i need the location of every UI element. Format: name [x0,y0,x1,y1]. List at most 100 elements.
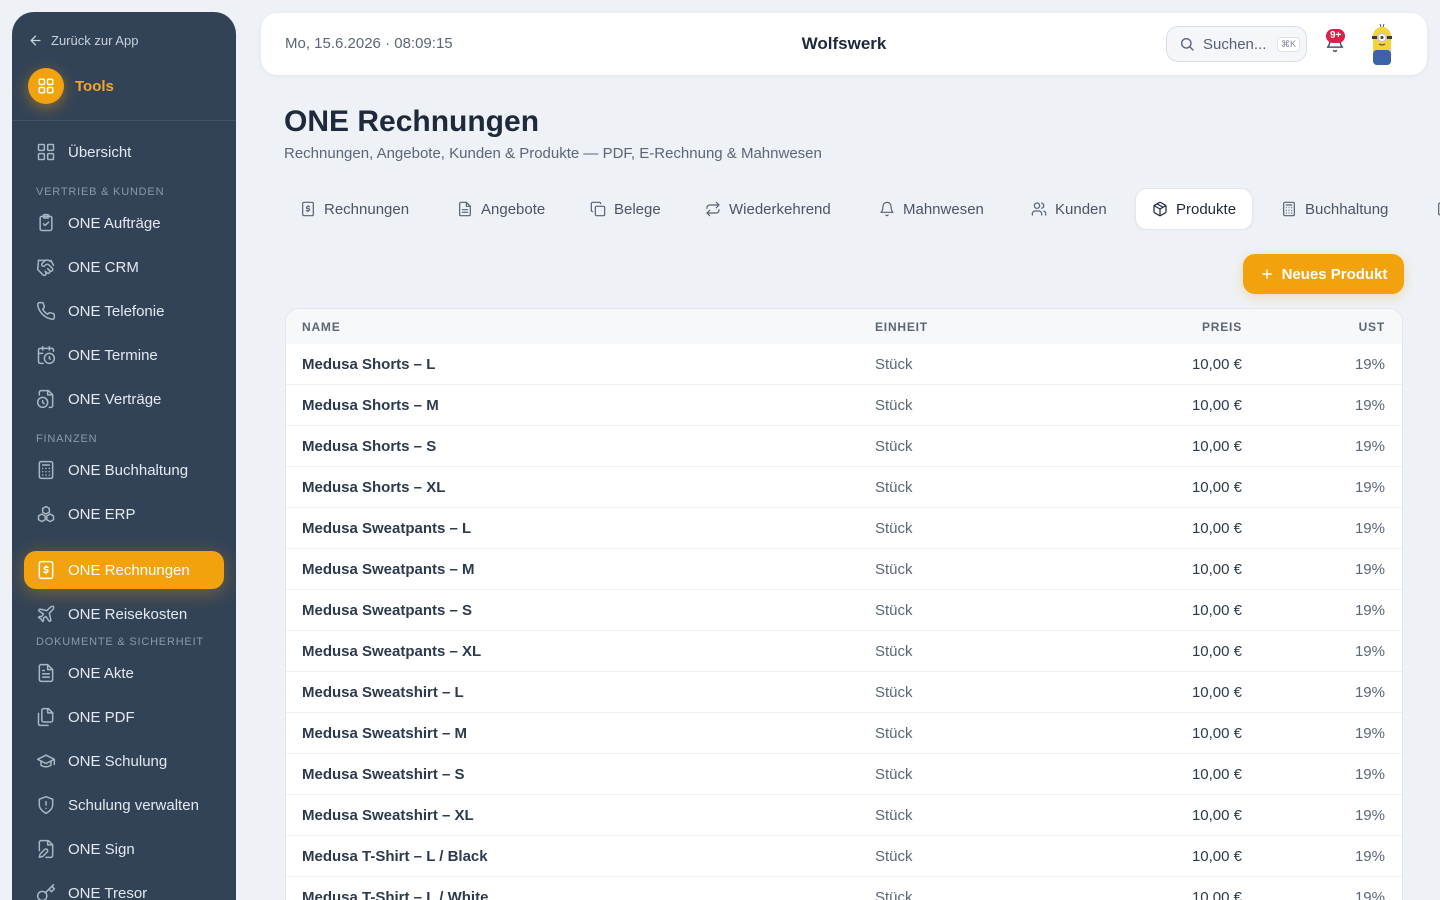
sidebar-item-label: ONE Termine [68,346,158,364]
table-row[interactable]: Medusa Sweatpants – M Stück 10,00 € 19% [286,549,1402,590]
key-icon [36,883,56,900]
cell-price: 10,00 € [1191,397,1242,414]
tab-bar: Rechnungen Angebote Belege Wiederkehrend… [284,188,1440,230]
tab-mahnwesen[interactable]: Mahnwesen [863,188,1000,230]
sidebar-item-label: ONE Verträge [68,390,162,408]
cell-vat: 19% [1354,438,1385,455]
cell-vat: 19% [1354,479,1385,496]
table-row[interactable]: Medusa Shorts – S Stück 10,00 € 19% [286,426,1402,467]
sidebar-item-overview[interactable]: Übersicht [24,133,224,171]
sidebar-item-termine[interactable]: ONE Termine [24,336,224,374]
table-row[interactable]: Medusa Shorts – M Stück 10,00 € 19% [286,385,1402,426]
tab-belege[interactable]: Belege [574,188,677,230]
cell-name: Medusa T-Shirt – L / White [302,889,489,900]
cell-price: 10,00 € [1191,561,1242,578]
search-box[interactable]: ⌘K [1166,26,1307,62]
sidebar-item-label: ONE Aufträge [68,214,161,232]
table-header: NAME EINHEIT PREIS UST [286,309,1402,344]
page-subtitle: Rechnungen, Angebote, Kunden & Produkte … [284,145,822,162]
page-title: ONE Rechnungen [284,105,540,138]
search-input[interactable] [1203,35,1269,53]
cell-price: 10,00 € [1191,356,1242,373]
sidebar-item-reisekosten[interactable]: ONE Reisekosten [24,595,224,633]
sidebar-item-label: Schulung verwalten [68,796,199,814]
sidebar-item-vertraege[interactable]: ONE Verträge [24,380,224,418]
table-row[interactable]: Medusa Sweatshirt – M Stück 10,00 € 19% [286,713,1402,754]
cell-price: 10,00 € [1191,848,1242,865]
table-row[interactable]: Medusa Sweatpants – XL Stück 10,00 € 19% [286,631,1402,672]
tab-label: Rechnungen [324,200,410,218]
cell-name: Medusa Sweatpants – M [302,561,475,578]
sidebar-item-buchhaltung[interactable]: ONE Buchhaltung [24,451,224,489]
cell-name: Medusa Sweatshirt – L [302,684,464,701]
back-to-app-link[interactable]: Zurück zur App [28,33,138,48]
sidebar-item-sign[interactable]: ONE Sign [24,830,224,868]
table-row[interactable]: Medusa Shorts – L Stück 10,00 € 19% [286,344,1402,385]
tab-kunden[interactable]: Kunden [1015,188,1123,230]
table-row[interactable]: Medusa Sweatshirt – L Stück 10,00 € 19% [286,672,1402,713]
copy-icon [590,201,606,217]
cell-unit: Stück [875,766,913,783]
sidebar-item-schulung[interactable]: ONE Schulung [24,742,224,780]
cell-vat: 19% [1354,397,1385,414]
tab-angebote[interactable]: Angebote [441,188,561,230]
cell-vat: 19% [1354,848,1385,865]
file-pen-icon [38,839,54,859]
sidebar-item-label: ONE Akte [68,664,134,682]
cell-unit: Stück [875,438,913,455]
tools-header[interactable]: Tools [28,68,114,104]
table-row[interactable]: Medusa Sweatpants – S Stück 10,00 € 19% [286,590,1402,631]
tab-produkte[interactable]: Produkte [1135,188,1254,230]
sidebar-item-telefonie[interactable]: ONE Telefonie [24,292,224,330]
sidebar-item-tresor[interactable]: ONE Tresor [24,874,224,900]
tab-rechnungen[interactable]: Rechnungen [284,188,425,230]
sidebar-item-auftraege[interactable]: ONE Aufträge [24,204,224,242]
file-clock-icon [36,389,54,409]
section-label-documents: DOKUMENTE & SICHERHEIT [36,636,204,648]
bell-icon [880,201,894,217]
products-table: NAME EINHEIT PREIS UST Medusa Shorts – L… [285,308,1403,900]
sidebar-item-erp[interactable]: ONE ERP [24,495,224,533]
sidebar-item-rechnungen[interactable]: ONE Rechnungen [24,551,224,589]
tab-more-cut-off[interactable] [1420,188,1440,230]
new-product-label: Neues Produkt [1281,265,1388,283]
tab-label: Kunden [1055,200,1107,218]
column-header-vat[interactable]: UST [1359,320,1385,334]
sidebar-item-label: ONE Rechnungen [68,561,190,579]
cell-vat: 19% [1354,889,1385,900]
sidebar-item-schulung-verwalten[interactable]: Schulung verwalten [24,786,224,824]
table-row[interactable]: Medusa Sweatshirt – S Stück 10,00 € 19% [286,754,1402,795]
graduation-cap-icon [36,754,56,768]
tab-wiederkehrend[interactable]: Wiederkehrend [689,188,847,230]
sidebar-item-pdf[interactable]: ONE PDF [24,698,224,736]
calculator-icon [38,460,54,480]
clipboard-check-icon [39,213,53,232]
cell-unit: Stück [875,684,913,701]
cell-price: 10,00 € [1191,520,1242,537]
cell-vat: 19% [1354,356,1385,373]
table-row[interactable]: Medusa T-Shirt – L / Black Stück 10,00 € 19… [286,836,1402,877]
avatar[interactable] [1369,23,1395,67]
new-product-button[interactable]: Neues Produkt [1243,254,1404,294]
sidebar-item-crm[interactable]: ONE CRM [24,248,224,286]
grid-icon [28,68,64,104]
table-row[interactable]: Medusa T-Shirt – L / White Stück 10,00 € 19… [286,877,1402,900]
column-header-price[interactable]: PREIS [1202,320,1242,334]
column-header-unit[interactable]: EINHEIT [875,320,928,334]
sidebar-item-label: ONE Tresor [68,884,148,900]
cell-unit: Stück [875,356,913,373]
cell-price: 10,00 € [1191,889,1242,900]
column-header-name[interactable]: NAME [302,320,341,334]
table-row[interactable]: Medusa Sweatpants – L Stück 10,00 € 19% [286,508,1402,549]
tab-buchhaltung[interactable]: Buchhaltung [1265,188,1404,230]
sidebar-item-akte[interactable]: ONE Akte [24,654,224,692]
search-icon [1181,38,1194,51]
cell-vat: 19% [1354,561,1385,578]
cell-unit: Stück [875,561,913,578]
tab-label: Belege [614,200,661,218]
cell-unit: Stück [875,848,913,865]
cell-price: 10,00 € [1191,807,1242,824]
cell-price: 10,00 € [1191,602,1242,619]
table-row[interactable]: Medusa Shorts – XL Stück 10,00 € 19% [286,467,1402,508]
table-row[interactable]: Medusa Sweatshirt – XL Stück 10,00 € 19% [286,795,1402,836]
